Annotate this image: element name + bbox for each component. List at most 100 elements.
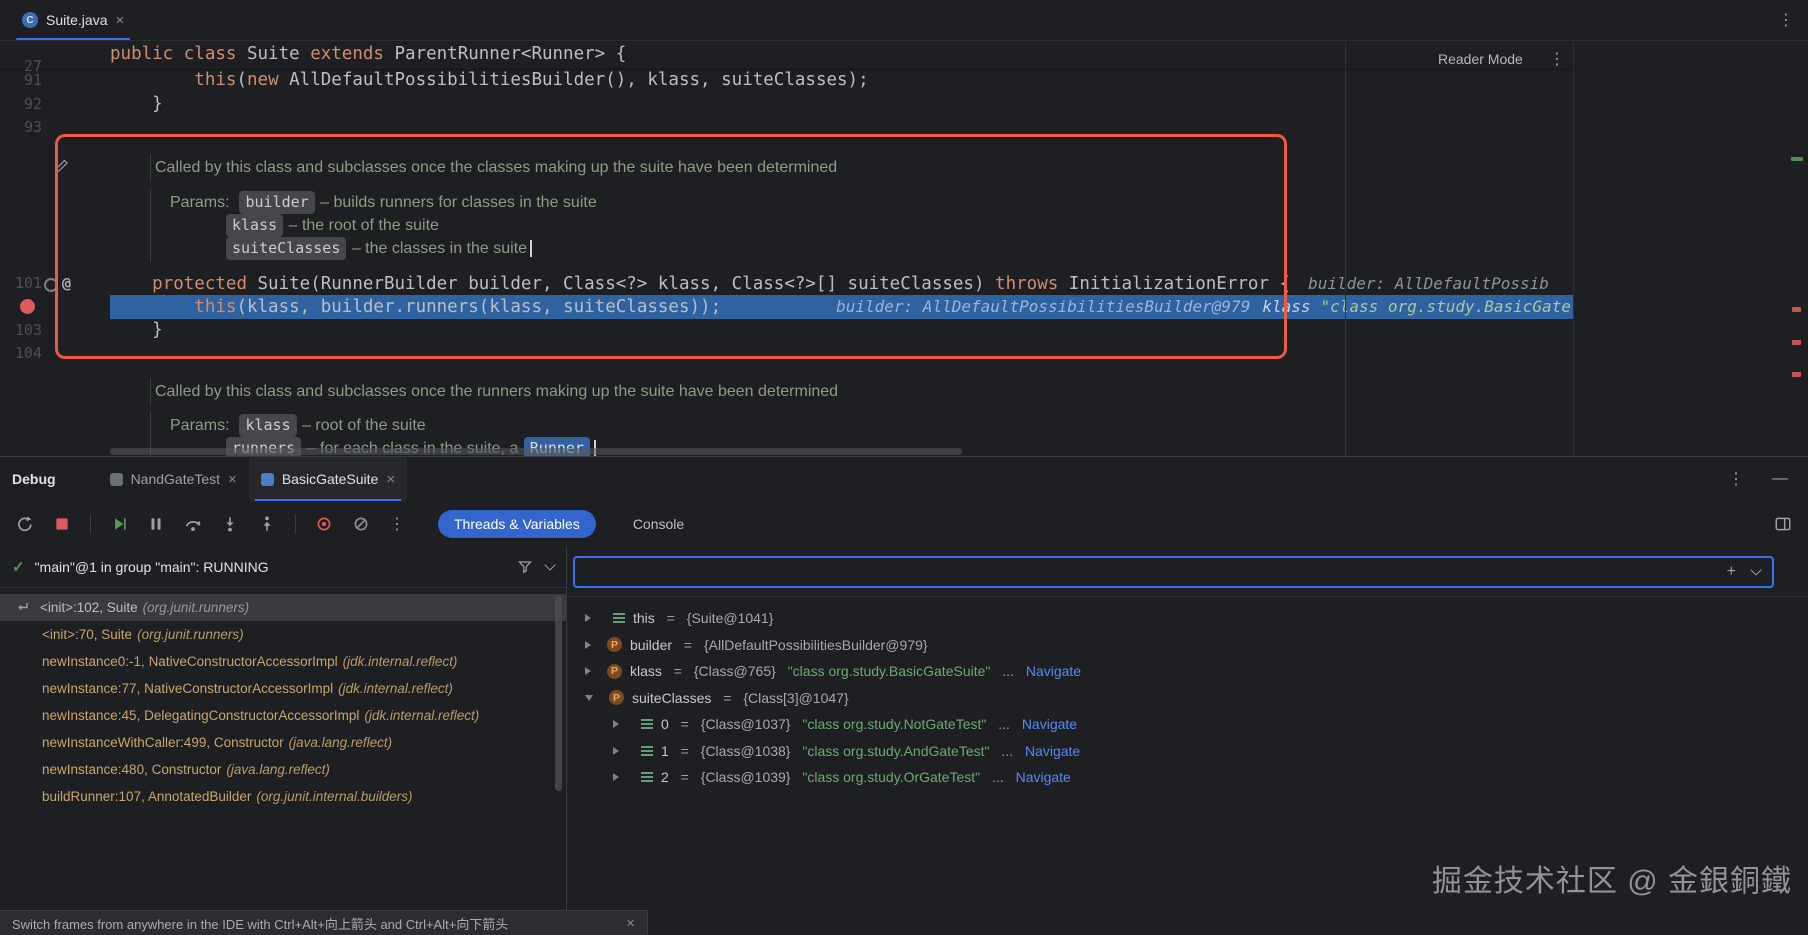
frame-row[interactable]: newInstanceWithCaller:499, Constructor(j… <box>0 729 566 756</box>
session-tab-label: BasicGateSuite <box>282 471 379 487</box>
variable-row[interactable]: Pbuilder = {AllDefaultPossibilitiesBuild… <box>567 632 1808 659</box>
resume-button[interactable] <box>108 513 130 535</box>
inline-debug-hint: klass <box>1262 297 1310 316</box>
tab-suite-java[interactable]: C Suite.java × <box>10 0 136 40</box>
code-line[interactable]: this(klass, builder.runners(klass, suite… <box>0 295 1573 319</box>
breakpoint-icon[interactable] <box>20 299 35 314</box>
chevron-right-icon[interactable] <box>613 720 619 728</box>
code-line[interactable]: 93 <box>0 116 1573 140</box>
stripe-mark-red[interactable] <box>1792 340 1801 345</box>
pause-button[interactable] <box>145 513 167 535</box>
doc-line[interactable]: klass – the root of the suite <box>0 214 1573 237</box>
frame-row[interactable]: <init>:70, Suite(org.junit.runners) <box>0 621 566 648</box>
horizontal-scrollbar[interactable] <box>110 448 962 455</box>
frame-row[interactable]: newInstance:45, DelegatingConstructorAcc… <box>0 702 566 729</box>
navigate-link[interactable]: Navigate <box>1016 769 1071 785</box>
variable-string-value: "class org.study.OrGateTest" <box>798 769 980 785</box>
equals-sign: = <box>719 690 735 706</box>
sticky-header-line[interactable]: 27 public class Suite extends ParentRunn… <box>0 41 1573 69</box>
chevron-right-icon[interactable] <box>585 614 591 622</box>
stop-button[interactable] <box>51 513 73 535</box>
header-more-icon[interactable]: ⋮ <box>1728 469 1744 489</box>
tab-close-icon[interactable]: × <box>115 13 124 28</box>
code-line[interactable]: 92 } <box>0 93 1573 117</box>
toolbar-separator <box>90 514 91 534</box>
code-line[interactable]: 103 } <box>0 319 1573 343</box>
code-token: – root of the suite <box>298 414 426 437</box>
step-over-button[interactable] <box>182 513 204 535</box>
evaluate-expression-input[interactable]: + <box>573 556 1774 588</box>
gutter: 93 <box>0 116 110 140</box>
frame-row[interactable]: buildRunner:107, AnnotatedBuilder(org.ju… <box>0 783 566 810</box>
variable-value: {Suite@1041} <box>687 610 774 626</box>
doc-line[interactable]: Called by this class and subclasses once… <box>0 156 1573 179</box>
variable-row[interactable]: 0 = {Class@1037} "class org.study.NotGat… <box>567 711 1808 738</box>
session-tab-close-icon[interactable]: × <box>386 472 395 487</box>
evaluate-bar: + <box>567 547 1808 597</box>
navigate-link[interactable]: Navigate <box>1022 716 1077 732</box>
stripe-mark-green[interactable] <box>1791 157 1803 161</box>
param-chip: klass <box>226 214 283 237</box>
add-watch-icon[interactable]: + <box>1727 564 1736 580</box>
doc-line[interactable]: Params: klass – root of the suite <box>0 414 1573 437</box>
edit-doc-pencil-icon[interactable] <box>54 158 70 181</box>
layout-settings-icon[interactable] <box>1772 513 1808 535</box>
expand-input-chevron-icon[interactable] <box>1750 564 1761 575</box>
reader-mode-menu-icon[interactable]: ⋮ <box>1549 49 1565 69</box>
gutter-ring-icon[interactable] <box>44 278 58 292</box>
session-tab-basicgatesuite[interactable]: BasicGateSuite × <box>249 457 407 501</box>
frames-scrollbar[interactable] <box>555 596 562 791</box>
chevron-right-icon[interactable] <box>585 641 591 649</box>
equals-sign: = <box>663 610 679 626</box>
navigate-link[interactable]: Navigate <box>1026 663 1081 679</box>
variable-row[interactable]: 2 = {Class@1039} "class org.study.OrGate… <box>567 764 1808 791</box>
frame-row[interactable]: newInstance:480, Constructor(java.lang.r… <box>0 756 566 783</box>
variable-value: {Class[3]@1047} <box>743 690 848 706</box>
variable-row[interactable]: 1 = {Class@1038} "class org.study.AndGat… <box>567 738 1808 765</box>
minimize-icon[interactable]: — <box>1772 470 1788 488</box>
mute-breakpoints-button[interactable] <box>350 513 372 535</box>
stripe-mark-red[interactable] <box>1792 372 1801 377</box>
editor[interactable]: 27 public class Suite extends ParentRunn… <box>0 41 1808 456</box>
filter-frames-icon[interactable] <box>514 556 536 578</box>
code-line[interactable]: 104 <box>0 342 1573 366</box>
navigate-link[interactable]: Navigate <box>1025 743 1080 759</box>
annotation-gutter-icon[interactable]: @ <box>62 272 71 296</box>
variable-string-value: "class org.study.NotGateTest" <box>798 716 986 732</box>
param-chip: builder <box>239 191 314 214</box>
session-tab-close-icon[interactable]: × <box>228 472 237 487</box>
reader-mode-toggle[interactable]: Reader Mode ⋮ <box>1438 49 1565 69</box>
tab-bar-more-icon[interactable]: ⋮ <box>1764 10 1808 30</box>
doc-line[interactable]: Params: builder – builds runners for cla… <box>0 191 1573 214</box>
code-text: } <box>110 319 1573 343</box>
step-out-button[interactable] <box>256 513 278 535</box>
view-breakpoints-button[interactable] <box>313 513 335 535</box>
variable-row[interactable]: this = {Suite@1041} <box>567 605 1808 632</box>
thread-selector[interactable]: ✓ "main"@1 in group "main": RUNNING <box>0 547 566 588</box>
variable-row[interactable]: Pklass = {Class@765} "class org.study.Ba… <box>567 658 1808 685</box>
frame-row[interactable]: <init>:102, Suite(org.junit.runners) <box>0 594 566 621</box>
status-hint-close-icon[interactable]: × <box>626 916 635 931</box>
rerun-button[interactable] <box>14 513 36 535</box>
variable-name: 2 <box>661 769 669 785</box>
toolbar-more-icon[interactable]: ⋮ <box>387 514 407 534</box>
code-token: (klass, builder.runners(klass, suiteClas… <box>236 297 721 317</box>
chevron-right-icon[interactable] <box>613 747 619 755</box>
tab-console[interactable]: Console <box>633 516 684 532</box>
tab-threads-variables[interactable]: Threads & Variables <box>438 510 596 538</box>
code-line[interactable]: 101@ protected Suite(RunnerBuilder build… <box>0 272 1573 296</box>
chevron-down-icon[interactable] <box>585 695 593 701</box>
frame-row[interactable]: newInstance:77, NativeConstructorAccesso… <box>0 675 566 702</box>
doc-line[interactable]: Called by this class and subclasses once… <box>0 380 1573 403</box>
code-token: ParentRunner<Runner> { <box>394 44 626 64</box>
thread-dropdown-chevron-icon[interactable] <box>544 559 555 570</box>
code-line[interactable]: 91 this(new AllDefaultPossibilitiesBuild… <box>0 69 1573 93</box>
frame-row[interactable]: newInstance0:-1, NativeConstructorAccess… <box>0 648 566 675</box>
chevron-right-icon[interactable] <box>613 773 619 781</box>
variable-row[interactable]: PsuiteClasses = {Class[3]@1047} <box>567 685 1808 712</box>
session-tab-nandgatetest[interactable]: NandGateTest× <box>98 457 249 501</box>
doc-line[interactable]: suiteClasses – the classes in the suite <box>0 237 1573 260</box>
stripe-mark-red[interactable] <box>1792 307 1801 312</box>
step-into-button[interactable] <box>219 513 241 535</box>
chevron-right-icon[interactable] <box>585 667 591 675</box>
